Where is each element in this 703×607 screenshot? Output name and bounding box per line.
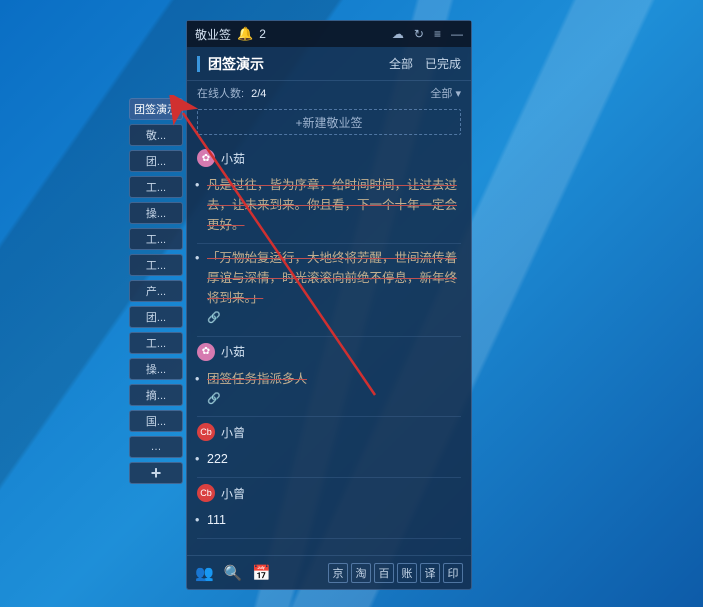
sidebar-tab[interactable]: 操...	[129, 358, 183, 380]
note-item[interactable]: 「万物始复运行，大地终将芳醒，世间流传着厚谊与深情，时光滚滚向前绝不停息，新年终…	[197, 244, 461, 337]
online-count: 2/4	[251, 88, 266, 100]
user-row: Cb 小曾	[197, 478, 461, 506]
sidebar-tab[interactable]: 国...	[129, 410, 183, 432]
panel-title: 团签演示	[208, 54, 389, 74]
subheader: 在线人数: 2/4 全部 ▾	[187, 81, 471, 105]
sidebar-tab[interactable]: 产...	[129, 280, 183, 302]
avatar: ✿	[197, 149, 215, 167]
sidebar-tab[interactable]: 工...	[129, 228, 183, 250]
filter-all[interactable]: 全部	[389, 55, 413, 72]
user-name: 小茹	[221, 343, 245, 360]
link-icon: 🔗	[197, 391, 461, 409]
user-name: 小茹	[221, 150, 245, 167]
note-text: 凡是过往，皆为序章，给时间时间，让过去过去，让未来到来。你且看，下一个十年一定会…	[197, 175, 461, 235]
avatar: ✿	[197, 343, 215, 361]
avatar: Cb	[197, 423, 215, 441]
quick-btn-jd[interactable]: 京	[328, 563, 348, 583]
avatar: Cb	[197, 484, 215, 502]
minimize-icon[interactable]: —	[451, 27, 463, 41]
online-label: 在线人数:	[197, 88, 244, 100]
notification-count: 2	[259, 27, 266, 41]
search-icon[interactable]: 🔍	[224, 564, 243, 582]
sidebar-tab[interactable]: 摘...	[129, 384, 183, 406]
quick-btn-taobao[interactable]: 淘	[351, 563, 371, 583]
panel-header: 团签演示 全部 已完成	[187, 47, 471, 81]
note-text: 「万物始复运行，大地终将芳醒，世间流传着厚谊与深情，时光滚滚向前绝不停息，新年终…	[197, 248, 461, 308]
sidebar-tab[interactable]: 工...	[129, 254, 183, 276]
user-name: 小曾	[221, 424, 245, 441]
note-text: 111	[197, 510, 461, 530]
calendar-icon[interactable]: 📅	[252, 564, 271, 582]
quick-btn-baidu[interactable]: 百	[374, 563, 394, 583]
sidebar-tab[interactable]: 团...	[129, 150, 183, 172]
app-name: 敬业签	[195, 26, 231, 43]
note-text: 团签任务指派多人	[197, 369, 461, 389]
titlebar: 敬业签 🔔 2 ☁ ↻ ≡ —	[187, 21, 471, 47]
sidebar-tab[interactable]: 敬...	[129, 124, 183, 146]
user-row: ✿ 小茹	[197, 337, 461, 365]
menu-icon[interactable]: ≡	[434, 27, 441, 41]
quick-btn-account[interactable]: 账	[397, 563, 417, 583]
notes-list: ✿ 小茹 凡是过往，皆为序章，给时间时间，让过去过去，让未来到来。你且看，下一个…	[187, 143, 471, 555]
note-item[interactable]: 222	[197, 445, 461, 478]
sidebar-tab[interactable]: 操...	[129, 202, 183, 224]
main-panel: 敬业签 🔔 2 ☁ ↻ ≡ — 团签演示 全部 已完成 在线人数: 2/4 全部…	[186, 20, 472, 590]
sidebar-tab[interactable]: 团...	[129, 306, 183, 328]
sidebar-tab[interactable]: 工...	[129, 332, 183, 354]
quick-btn-translate[interactable]: 译	[420, 563, 440, 583]
subheader-dropdown[interactable]: 全部 ▾	[430, 85, 461, 101]
sidebar-tabs: 团签演示 敬... 团... 工... 操... 工... 工... 产... …	[129, 98, 183, 484]
sidebar-tab[interactable]: 工...	[129, 176, 183, 198]
cloud-icon[interactable]: ☁	[392, 27, 404, 41]
link-icon: 🔗	[197, 310, 461, 328]
bell-icon[interactable]: 🔔	[237, 26, 253, 42]
user-row: ✿ 小茹	[197, 143, 461, 171]
user-row: Cb 小曾	[197, 417, 461, 445]
header-marker	[197, 56, 200, 72]
note-item[interactable]: 团签任务指派多人 🔗	[197, 365, 461, 418]
note-item[interactable]: 凡是过往，皆为序章，给时间时间，让过去过去，让未来到来。你且看，下一个十年一定会…	[197, 171, 461, 244]
quick-btn-print[interactable]: 印	[443, 563, 463, 583]
note-text: 222	[197, 449, 461, 469]
members-icon[interactable]: 👥	[195, 564, 214, 582]
bottombar: 👥 🔍 📅 京 淘 百 账 译 印	[187, 555, 471, 589]
sidebar-tab-active[interactable]: 团签演示	[129, 98, 183, 120]
sidebar-add-button[interactable]: +	[129, 462, 183, 484]
sidebar-tab-more[interactable]: …	[129, 436, 183, 458]
filter-done[interactable]: 已完成	[425, 55, 461, 72]
user-name: 小曾	[221, 485, 245, 502]
note-item[interactable]: 111	[197, 506, 461, 539]
new-note-button[interactable]: +新建敬业签	[197, 109, 461, 135]
refresh-icon[interactable]: ↻	[414, 27, 424, 41]
